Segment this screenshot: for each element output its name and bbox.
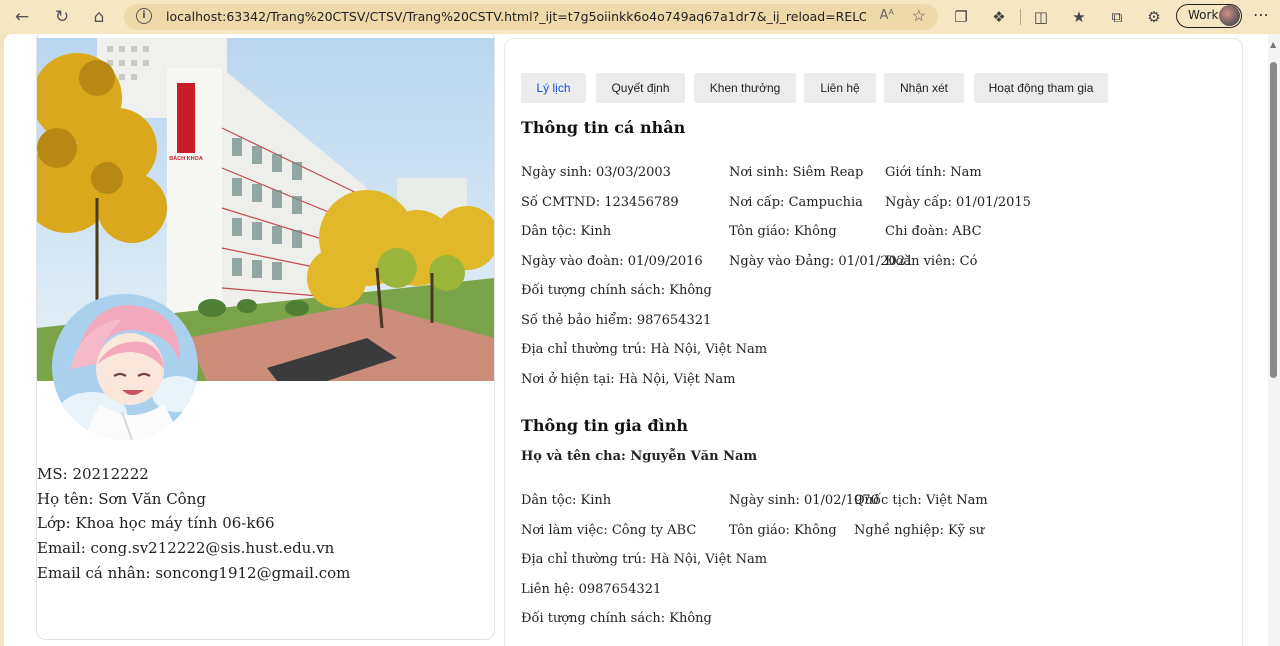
- collections-icon[interactable]: ⧉: [1106, 6, 1128, 28]
- family-nationality: Quốc tịch: Việt Nam: [854, 493, 988, 508]
- student-id: MS: 20212222: [37, 465, 149, 483]
- extensions-puzzle-icon[interactable]: ❖: [988, 6, 1010, 28]
- personal-ethnicity: Dân tộc: Kinh: [521, 224, 612, 239]
- page-scrollbar[interactable]: ▲: [1268, 34, 1280, 646]
- building-sign: BÁCH KHOA: [169, 155, 203, 162]
- back-arrow-icon[interactable]: ←: [10, 5, 34, 29]
- toolbar-divider: [1020, 9, 1021, 25]
- personal-current-address: Nơi ở hiện tại: Hà Nội, Việt Nam: [521, 372, 736, 387]
- personal-id-number: Số CMTND: 123456789: [521, 195, 679, 210]
- profile-avatar-image: [52, 294, 198, 440]
- student-personal-email: Email cá nhân: soncong1912@gmail.com: [37, 563, 351, 582]
- profile-info: MS: 20212222 Họ tên: Sơn Văn Công Lớp: K…: [37, 462, 350, 586]
- url-text[interactable]: localhost:63342/Trang%20CTSV/CTSV/Trang%…: [166, 9, 866, 24]
- profile-avatar: [1219, 5, 1240, 26]
- family-religion: Tôn giáo: Không: [729, 523, 837, 538]
- home-icon[interactable]: ⌂: [87, 5, 111, 29]
- personal-info-title: Thông tin cá nhân: [521, 118, 686, 137]
- personal-birth-place: Nơi sinh: Siêm Reap: [729, 165, 864, 180]
- profile-button[interactable]: Work: [1176, 4, 1242, 28]
- family-ethnicity: Dân tộc: Kinh: [521, 493, 612, 508]
- favorites-icon[interactable]: ★: [1068, 6, 1090, 28]
- family-info-title: Thông tin gia đình: [521, 416, 689, 435]
- tab-nhan-xet[interactable]: Nhận xét: [884, 73, 964, 103]
- personal-policy: Đối tượng chính sách: Không: [521, 283, 712, 298]
- student-class: Lớp: Khoa học máy tính 06-k66: [37, 514, 275, 533]
- student-email: Email: cong.sv212222@sis.hust.edu.vn: [37, 539, 335, 558]
- personal-youth-branch: Chi đoàn: ABC: [885, 224, 982, 239]
- personal-gender: Giới tính: Nam: [885, 165, 982, 180]
- performance-icon[interactable]: ⚙: [1143, 6, 1165, 28]
- student-name: Họ tên: Sơn Văn Công: [37, 489, 206, 508]
- profile-label: Work: [1188, 8, 1219, 22]
- personal-issue-date: Ngày cấp: 01/01/2015: [885, 195, 1031, 210]
- personal-issue-place: Nơi cấp: Campuchia: [729, 195, 863, 210]
- tab-lien-he[interactable]: Liên hệ: [804, 73, 876, 103]
- family-permanent-address: Địa chỉ thường trú: Hà Nội, Việt Nam: [521, 552, 768, 567]
- browser-toolbar: ← ↻ ⌂ i localhost:63342/Trang%20CTSV/CTS…: [0, 0, 1280, 34]
- family-policy: Đối tượng chính sách: Không: [521, 611, 712, 626]
- page-viewport: BÁCH KHOA MS: 20212222 Họ tên: Sơn Văn C…: [4, 34, 1268, 646]
- scroll-up-icon[interactable]: ▲: [1270, 40, 1276, 49]
- tab-hoat-dong-tham-gia[interactable]: Hoạt động tham gia: [974, 73, 1108, 103]
- tab-quyet-dinh[interactable]: Quyết định: [596, 73, 685, 103]
- tab-ly-lich[interactable]: Lý lịch: [521, 73, 586, 103]
- personal-religion: Tôn giáo: Không: [729, 224, 837, 239]
- personal-permanent-address: Địa chỉ thường trú: Hà Nội, Việt Nam: [521, 342, 768, 357]
- personal-insurance: Số thẻ bảo hiểm: 987654321: [521, 313, 712, 328]
- family-occupation: Nghề nghiệp: Kỹ sư: [854, 523, 985, 538]
- favorite-star-icon[interactable]: ☆: [912, 6, 926, 25]
- family-workplace: Nơi làm việc: Công ty ABC: [521, 523, 697, 538]
- site-info-icon[interactable]: i: [136, 8, 152, 24]
- reload-icon[interactable]: ↻: [50, 5, 74, 29]
- family-contact: Liên hệ: 0987654321: [521, 582, 662, 597]
- personal-union-join-date: Ngày vào đoàn: 01/09/2016: [521, 254, 703, 269]
- family-father-name: Họ và tên cha: Nguyễn Văn Nam: [521, 449, 758, 464]
- split-screen-icon[interactable]: ◫: [1030, 6, 1052, 28]
- more-menu-icon[interactable]: ⋯: [1253, 5, 1269, 24]
- extensions-sidebar-icon[interactable]: ❐: [950, 6, 972, 28]
- scrollbar-thumb[interactable]: [1270, 62, 1277, 378]
- tab-khen-thuong[interactable]: Khen thưởng: [694, 73, 796, 103]
- read-aloud-icon[interactable]: Aᴬ: [880, 8, 895, 23]
- personal-birth-date: Ngày sinh: 03/03/2003: [521, 165, 671, 180]
- personal-union-member: Đoàn viên: Có: [885, 254, 978, 269]
- address-bar[interactable]: i localhost:63342/Trang%20CTSV/CTSV/Tran…: [124, 4, 938, 30]
